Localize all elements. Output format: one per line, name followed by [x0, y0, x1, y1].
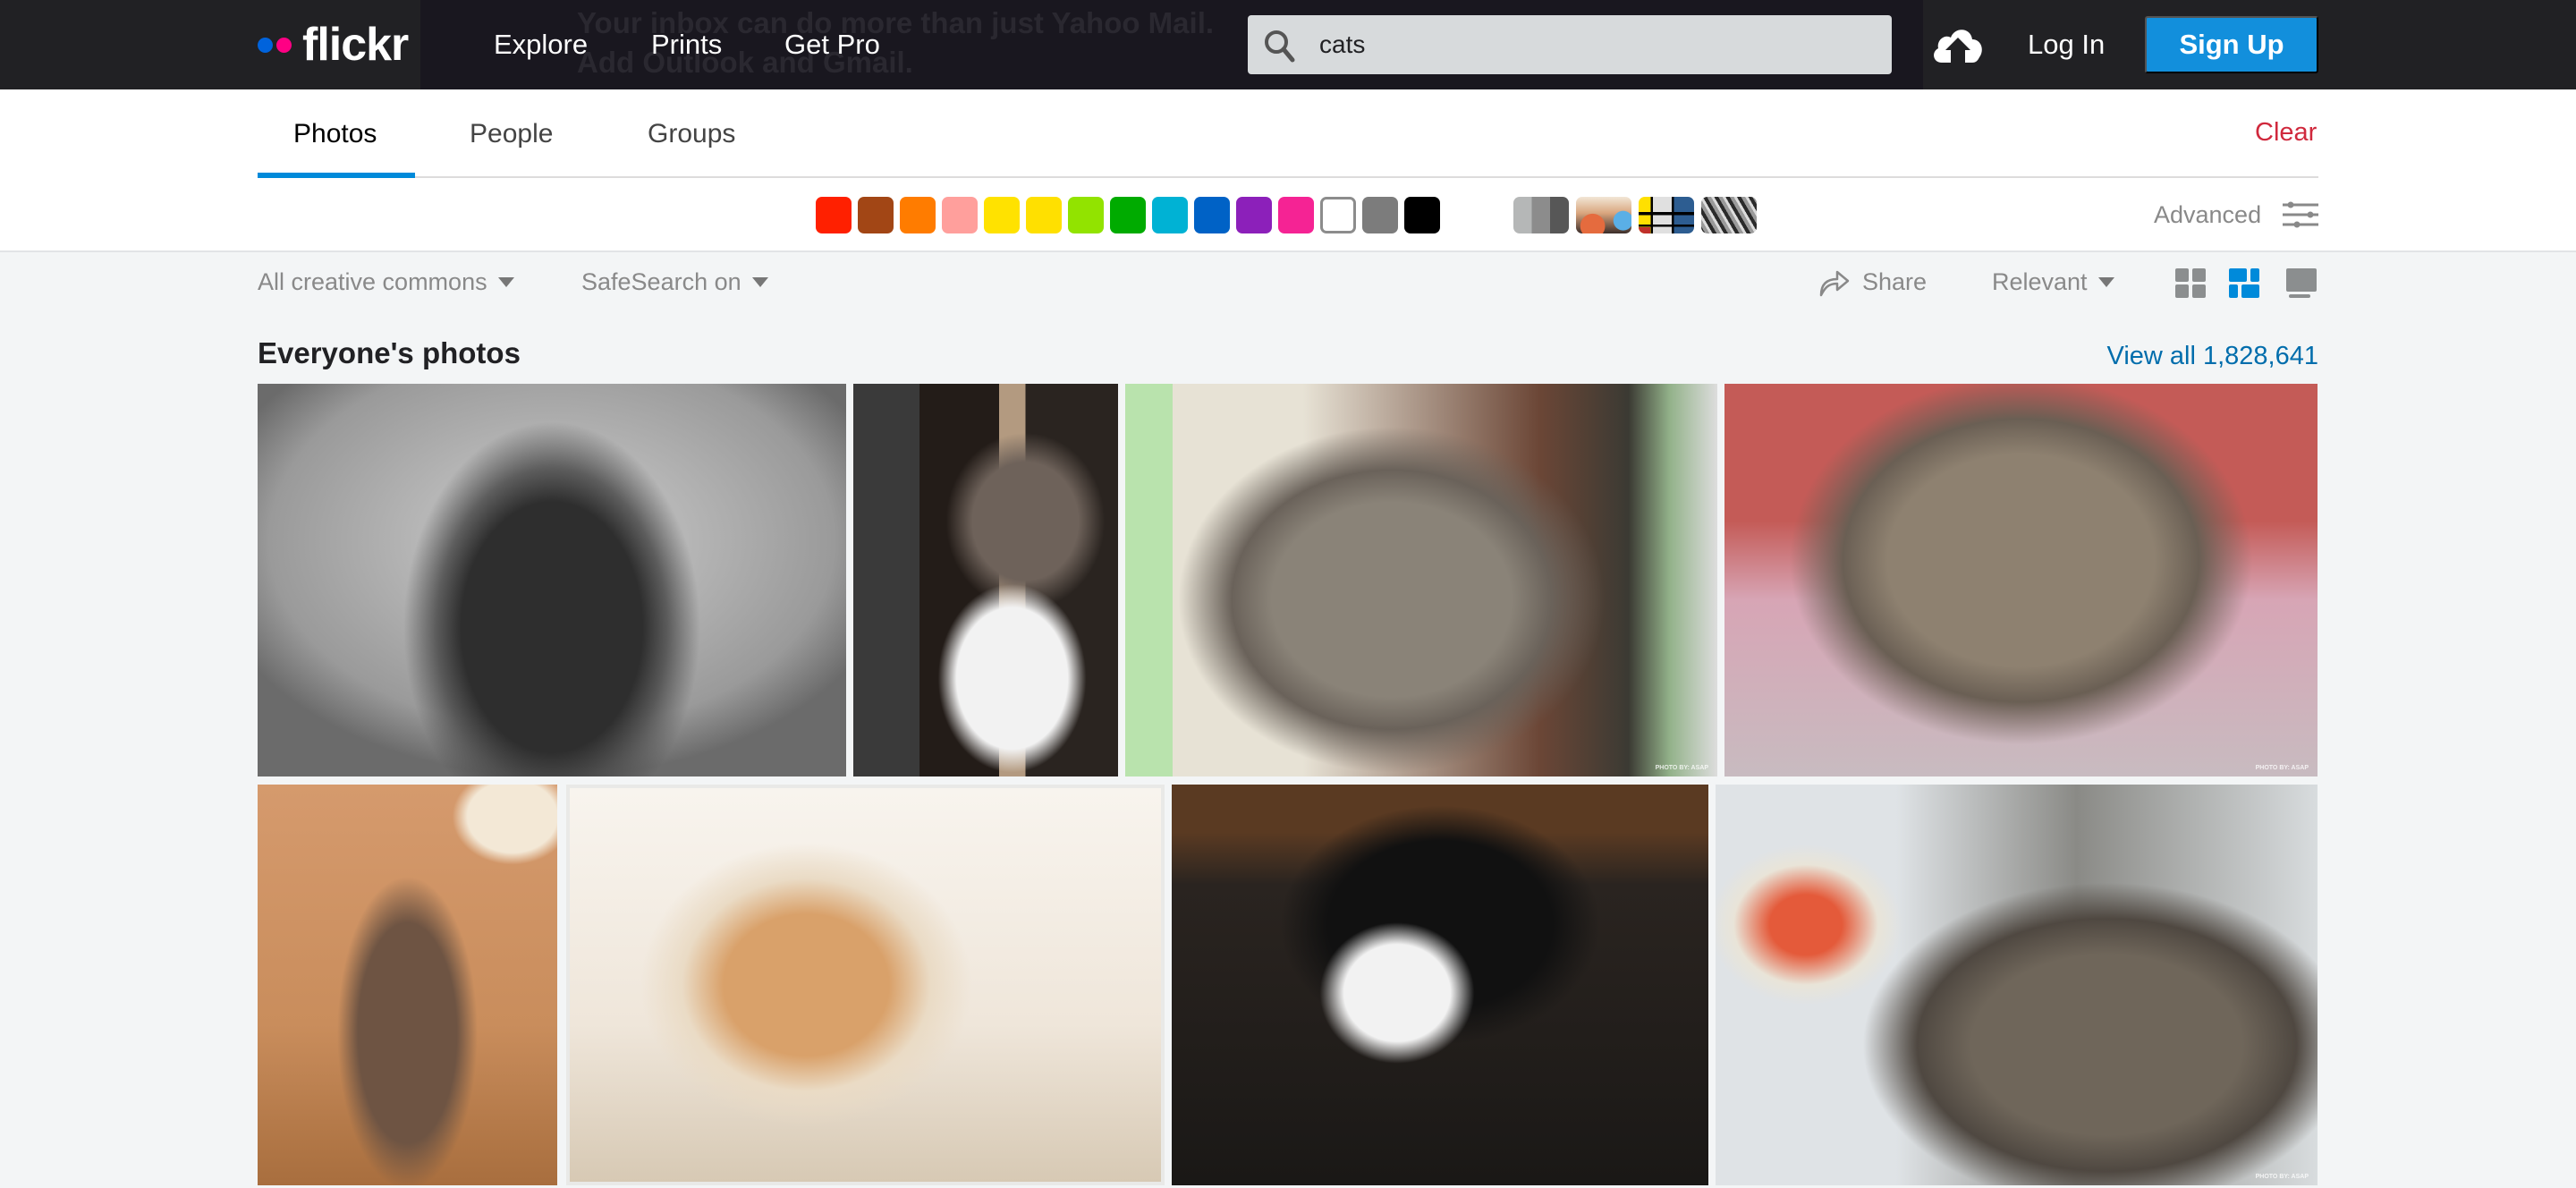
- color-swatch-orange[interactable]: [900, 197, 936, 233]
- photo-tile[interactable]: [1172, 785, 1708, 1185]
- view-all-link[interactable]: View all 1,828,641: [2107, 338, 2318, 374]
- photo-watermark: PHOTO BY: ASAP: [1655, 765, 1708, 771]
- section-title: Everyone's photos: [258, 336, 521, 369]
- photo-tile[interactable]: [258, 384, 846, 776]
- safesearch-dropdown-label: SafeSearch on: [581, 268, 741, 295]
- logo-blue-dot: [258, 37, 273, 53]
- caret-down-icon: [497, 276, 514, 287]
- active-tab-indicator: [258, 173, 415, 178]
- tab-photos[interactable]: Photos: [293, 115, 377, 154]
- caret-down-icon: [751, 276, 768, 287]
- login-link[interactable]: Log In: [2028, 27, 2105, 63]
- tabs-divider: [258, 176, 2318, 178]
- share-arrow-icon: [1819, 270, 1850, 297]
- share-button[interactable]: Share: [1818, 266, 1927, 298]
- license-dropdown-label: All creative commons: [258, 268, 487, 295]
- color-swatch-white[interactable]: [1320, 197, 1356, 233]
- photo-tile[interactable]: [853, 384, 1118, 776]
- photo-tile[interactable]: PHOTO BY: ASAP: [1724, 384, 2318, 776]
- search-icon: [1265, 30, 1295, 63]
- sort-dropdown[interactable]: Relevant: [1992, 266, 2114, 298]
- color-swatch-violet[interactable]: [1236, 197, 1272, 233]
- nav-prints[interactable]: Prints: [651, 27, 722, 63]
- clear-button[interactable]: Clear: [2255, 115, 2317, 150]
- top-navigation: Your inbox can do more than just Yahoo M…: [0, 0, 2576, 89]
- single-view-icon[interactable]: [2286, 268, 2317, 298]
- caret-down-icon: [2097, 276, 2114, 287]
- color-swatch-lemon-yellow[interactable]: [984, 197, 1020, 233]
- tab-groups[interactable]: Groups: [648, 115, 735, 154]
- color-swatch-red[interactable]: [816, 197, 852, 233]
- logo-text: flickr: [302, 19, 409, 71]
- cloud-upload-icon[interactable]: [1929, 20, 1987, 70]
- color-swatch-school-bus-yellow[interactable]: [1026, 197, 1062, 233]
- photo-tile[interactable]: PHOTO BY: ASAP: [1125, 384, 1717, 776]
- color-swatch-blue[interactable]: [1194, 197, 1230, 233]
- license-dropdown[interactable]: All creative commons: [258, 266, 514, 298]
- color-swatch-black[interactable]: [1404, 197, 1440, 233]
- style-filter-depth-of-field[interactable]: [1576, 197, 1631, 233]
- color-swatch-green[interactable]: [1068, 197, 1104, 233]
- logo-pink-dot: [276, 37, 292, 53]
- search-input[interactable]: [1319, 15, 1874, 74]
- flickr-logo[interactable]: flickr: [258, 19, 409, 71]
- style-filter-patterns[interactable]: [1701, 197, 1757, 233]
- photo-watermark: PHOTO BY: ASAP: [2255, 1174, 2309, 1180]
- nav-explore[interactable]: Explore: [494, 27, 588, 63]
- search-box[interactable]: [1248, 15, 1892, 74]
- style-filter-black-and-white[interactable]: [1513, 197, 1569, 233]
- photo-watermark: PHOTO BY: ASAP: [2255, 765, 2309, 771]
- sliders-icon[interactable]: [2283, 201, 2318, 228]
- photo-tile[interactable]: PHOTO BY: ASAP: [1716, 785, 2318, 1185]
- style-filters: [1513, 197, 1764, 233]
- tab-people[interactable]: People: [470, 115, 553, 154]
- signup-button[interactable]: Sign Up: [2145, 16, 2318, 73]
- color-swatch-gray[interactable]: [1362, 197, 1398, 233]
- color-swatch-pale-pink[interactable]: [942, 197, 978, 233]
- grid-view-icon[interactable]: [2175, 268, 2206, 298]
- color-filter-swatches: [816, 197, 1446, 233]
- nav-get-pro[interactable]: Get Pro: [784, 27, 880, 63]
- style-filter-minimalist[interactable]: [1639, 197, 1694, 233]
- advanced-search-link[interactable]: Advanced: [2154, 199, 2261, 231]
- justified-view-icon[interactable]: [2229, 268, 2259, 298]
- share-label: Share: [1862, 268, 1928, 295]
- color-swatch-cyan[interactable]: [1152, 197, 1188, 233]
- photo-tile[interactable]: [258, 785, 557, 1185]
- color-swatch-pink[interactable]: [1278, 197, 1314, 233]
- safesearch-dropdown[interactable]: SafeSearch on: [581, 266, 768, 298]
- sort-dropdown-label: Relevant: [1992, 268, 2088, 295]
- photo-tile[interactable]: [566, 785, 1165, 1185]
- color-swatch-dark-orange[interactable]: [858, 197, 894, 233]
- color-swatch-dark-lime-green[interactable]: [1110, 197, 1146, 233]
